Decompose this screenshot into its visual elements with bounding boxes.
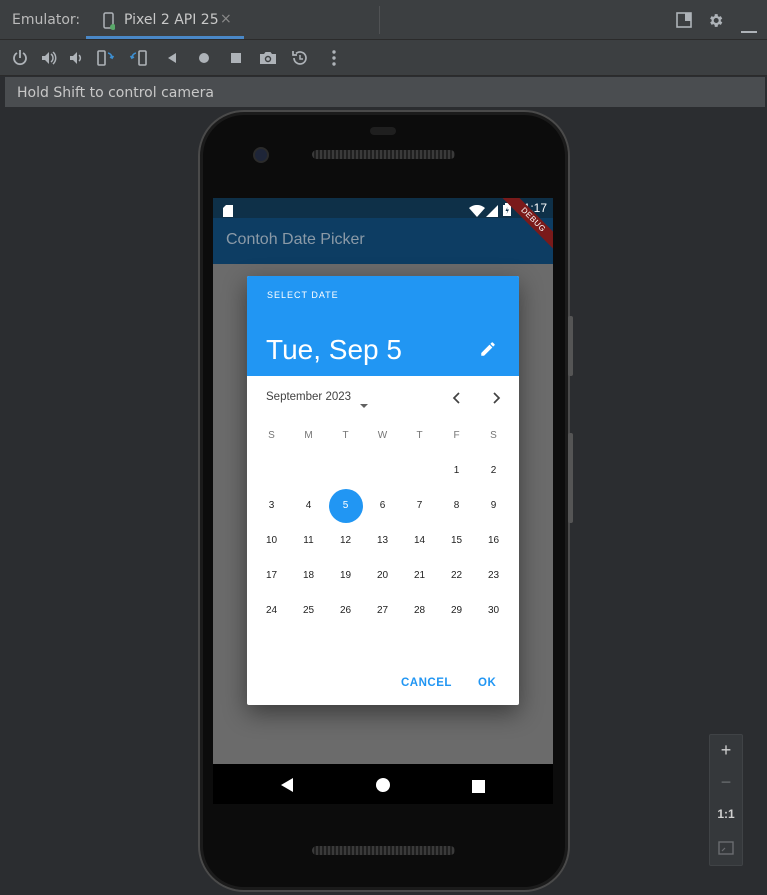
gear-icon[interactable] (707, 12, 724, 33)
fit-screen-icon[interactable] (718, 840, 734, 859)
zoom-out-button[interactable]: − (710, 772, 742, 793)
cancel-button[interactable]: CANCEL (401, 677, 452, 689)
active-tab-indicator (86, 36, 244, 39)
calendar-day[interactable]: 3 (253, 489, 290, 523)
calendar-day[interactable]: 30 (475, 594, 512, 628)
more-icon[interactable] (324, 48, 344, 68)
zoom-controls: + − 1:1 (709, 734, 743, 866)
chevron-right-icon[interactable] (488, 390, 504, 410)
bottom-speaker-grille (312, 846, 455, 855)
snapshot-icon[interactable] (290, 48, 310, 68)
calendar-day[interactable]: 14 (401, 524, 438, 558)
emulator-tool-window-header: Emulator: Pixel 2 API 25 × (0, 0, 767, 40)
calendar-day[interactable]: 24 (253, 594, 290, 628)
calendar-day[interactable]: 26 (327, 594, 364, 628)
volume-rocker (568, 433, 573, 523)
month-navigation: September 2023 (247, 376, 519, 420)
overview-icon[interactable] (226, 48, 246, 68)
calendar-day[interactable]: 21 (401, 559, 438, 593)
camera-icon[interactable] (258, 48, 278, 68)
date-picker-dialog: SELECT DATE Tue, Sep 5 September 2023 S M… (247, 276, 519, 705)
selected-date-title: Tue, Sep 5 (266, 334, 402, 365)
calendar-day[interactable]: 12 (327, 524, 364, 558)
calendar-day[interactable]: 29 (438, 594, 475, 628)
weekday-header: S (490, 430, 497, 441)
calendar-day[interactable]: 17 (253, 559, 290, 593)
rotate-right-icon[interactable] (129, 48, 149, 68)
power-icon[interactable] (10, 48, 30, 68)
zoom-in-button[interactable]: + (710, 740, 742, 761)
calendar-day[interactable]: 10 (253, 524, 290, 558)
calendar-day[interactable]: 8 (438, 489, 475, 523)
calendar-day[interactable]: 23 (475, 559, 512, 593)
weekday-header: S (268, 430, 275, 441)
calendar-day[interactable]: 19 (327, 559, 364, 593)
top-speaker-grille (312, 150, 455, 159)
calendar-day[interactable]: 4 (290, 489, 327, 523)
date-picker-header: SELECT DATE Tue, Sep 5 (247, 276, 519, 376)
camera-hint-text: Hold Shift to control camera (17, 85, 214, 101)
calendar-day[interactable]: 22 (438, 559, 475, 593)
calendar-day[interactable]: 28 (401, 594, 438, 628)
home-icon[interactable] (194, 48, 214, 68)
edit-pencil-icon[interactable] (479, 340, 497, 362)
emulator-toolbar (0, 40, 767, 76)
actual-size-button[interactable]: 1:1 (710, 807, 742, 821)
help-text: SELECT DATE (267, 290, 339, 300)
calendar-day[interactable]: 18 (290, 559, 327, 593)
calendar-day[interactable]: 1 (438, 454, 475, 488)
front-camera (255, 149, 267, 161)
calendar-day[interactable]: 27 (364, 594, 401, 628)
calendar-day[interactable]: 9 (475, 489, 512, 523)
month-year-selector[interactable]: September 2023 (266, 391, 351, 403)
minimize-icon[interactable] (741, 19, 757, 38)
ok-button[interactable]: OK (478, 677, 496, 689)
sensor (370, 127, 396, 135)
device-phone-icon (103, 12, 116, 34)
dialog-actions: CANCEL OK (247, 666, 519, 702)
calendar-day[interactable]: 11 (290, 524, 327, 558)
weekday-header: T (342, 430, 349, 441)
emulator-panel-label: Emulator: (12, 12, 81, 28)
camera-hint-banner: Hold Shift to control camera (5, 77, 765, 107)
android-navigation-bar (213, 764, 553, 804)
rotate-left-icon[interactable] (95, 48, 115, 68)
calendar-day[interactable]: 7 (401, 489, 438, 523)
calendar-day[interactable]: 6 (364, 489, 401, 523)
layout-toggle-icon[interactable] (676, 12, 692, 32)
calendar-day[interactable]: 20 (364, 559, 401, 593)
calendar-day[interactable]: 13 (364, 524, 401, 558)
app-bar: Contoh Date Picker (213, 218, 553, 264)
volume-down-icon[interactable] (66, 48, 86, 68)
nav-recents-icon[interactable] (472, 778, 485, 797)
device-tab-label: Pixel 2 API 25 (124, 12, 219, 28)
weekday-header: W (377, 430, 388, 441)
status-bar: 11:17 (213, 198, 553, 218)
dropdown-arrow-icon[interactable] (359, 394, 369, 413)
nav-home-icon[interactable] (376, 777, 390, 796)
divider (379, 6, 380, 34)
nav-back-icon[interactable] (281, 777, 293, 796)
back-icon[interactable] (162, 48, 182, 68)
selected-day[interactable]: 5 (327, 489, 364, 523)
calendar-day[interactable]: 16 (475, 524, 512, 558)
app-title: Contoh Date Picker (226, 231, 365, 248)
power-button (568, 316, 573, 376)
close-tab-icon[interactable]: × (220, 11, 232, 27)
calendar-day[interactable]: 2 (475, 454, 512, 488)
weekday-header: T (416, 430, 423, 441)
chevron-left-icon[interactable] (449, 390, 465, 410)
weekday-header: F (453, 430, 460, 441)
device-screen[interactable]: 11:17 Contoh Date Picker DEBUG SELECT DA… (213, 198, 553, 764)
calendar-day[interactable]: 25 (290, 594, 327, 628)
calendar-day[interactable]: 15 (438, 524, 475, 558)
volume-up-icon[interactable] (39, 48, 59, 68)
weekday-header: M (304, 430, 313, 441)
